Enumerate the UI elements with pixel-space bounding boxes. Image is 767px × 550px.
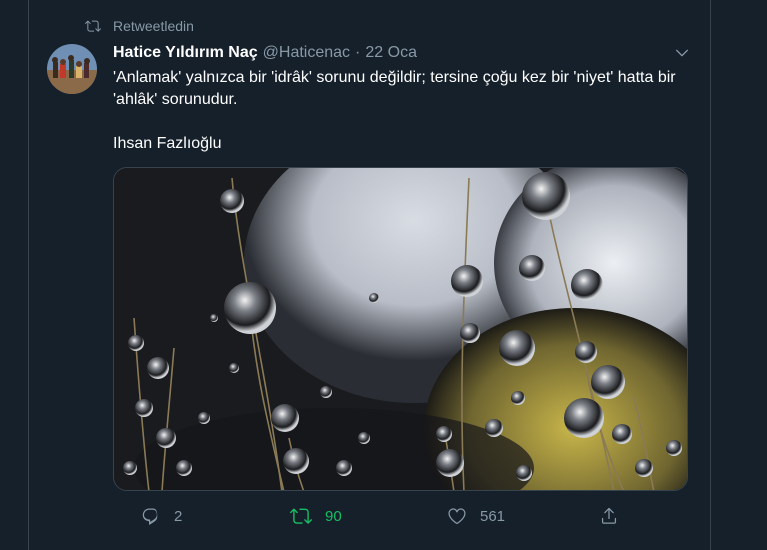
reply-icon <box>142 508 158 525</box>
like-button[interactable]: 561 <box>447 502 505 530</box>
retweet-label: Retweetledin <box>113 18 194 34</box>
tweet-actions: 2 90 561 <box>113 502 623 530</box>
tweet-image[interactable] <box>113 167 688 491</box>
tweet-content: Hatice Yıldırım Naç @Haticenac · 22 Oca … <box>113 42 691 155</box>
retweet-icon <box>290 508 312 524</box>
author-name[interactable]: Hatice Yıldırım Naç <box>113 44 258 62</box>
like-count: 561 <box>480 507 506 525</box>
author-handle[interactable]: @Haticenac <box>263 44 350 62</box>
chevron-down-icon[interactable] <box>673 44 691 62</box>
avatar[interactable] <box>47 44 97 94</box>
retweet-context: Retweetledin <box>85 16 194 36</box>
retweet-count: 90 <box>325 507 342 525</box>
share-icon <box>601 507 617 524</box>
tweet-date[interactable]: 22 Oca <box>365 44 417 62</box>
retweet-button[interactable]: 90 <box>290 502 342 530</box>
reply-count: 2 <box>174 507 183 525</box>
tweet-header: Hatice Yıldırım Naç @Haticenac · 22 Oca <box>113 42 691 64</box>
retweet-icon <box>85 20 101 32</box>
share-button[interactable] <box>599 502 619 530</box>
tweet-text: 'Anlamak' yalnızca bir 'idrâk' sorunu de… <box>113 69 676 152</box>
heart-icon <box>448 508 466 525</box>
tweet-card[interactable]: Retweetledin Hatice Yıldırım Naç @Hatice… <box>28 0 711 550</box>
reply-button[interactable]: 2 <box>141 502 182 530</box>
separator-dot: · <box>355 44 361 61</box>
